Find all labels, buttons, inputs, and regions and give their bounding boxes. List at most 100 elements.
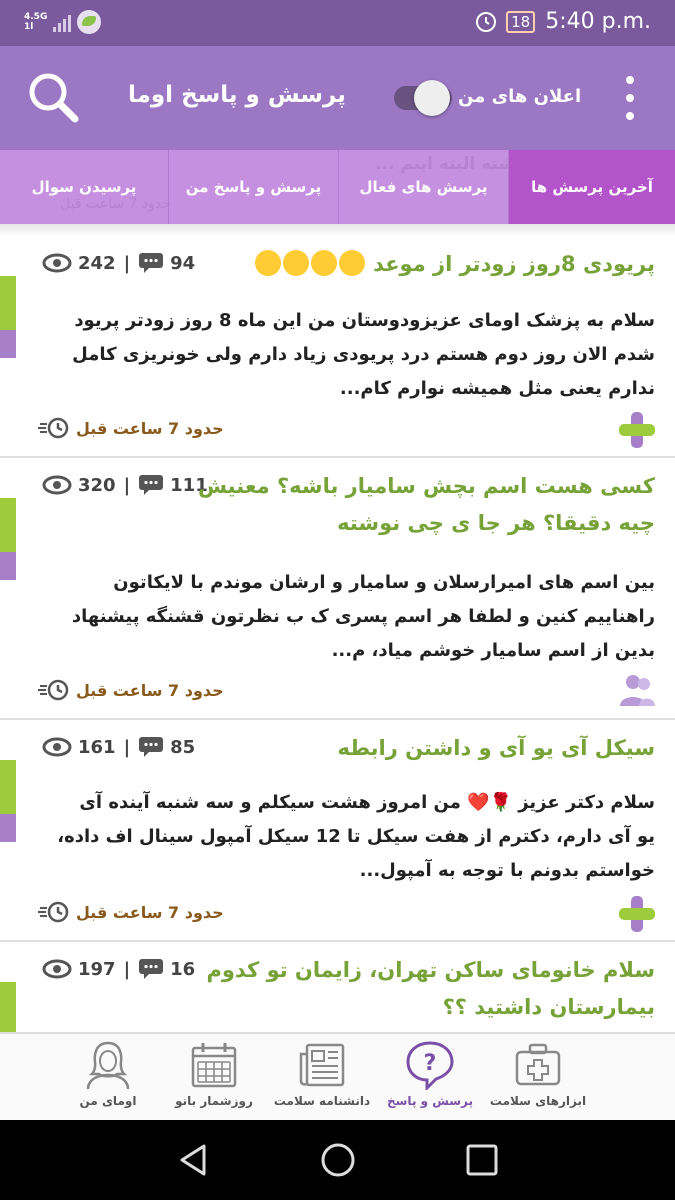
question-title[interactable]: سیکل آی یو آی و داشتن رابطه [337, 730, 655, 767]
tab-latest-questions[interactable]: آخرین پرسش ها [508, 150, 675, 224]
clock-icon [38, 679, 69, 701]
tab-label: پرسش و پاسخ من [185, 178, 322, 196]
bandage-emoji-icon [282, 250, 309, 276]
question-title-line: بیمارستان داشتید ؟؟ [442, 995, 655, 1019]
stats-separator: | [123, 736, 131, 758]
views-icon [42, 253, 72, 273]
nav-my-profile[interactable]: اومای من [48, 1040, 168, 1120]
page-title: پرسش و پاسخ اوما [128, 82, 346, 108]
question-feed[interactable]: 242 | 94 پریودی 8روز زودتر از موعد سلام … [0, 236, 675, 1032]
question-card[interactable]: 161 | 85 سیکل آی یو آی و داشتن رابطه سلا… [0, 720, 675, 942]
side-accent-green [0, 982, 16, 1032]
thinking-emoji-icon [310, 250, 337, 276]
question-body: سلام دکتر عزیز 🌹❤️ من امروز هشت سیکلم و … [40, 786, 655, 888]
time-text: حدود 7 ساعت قبل [76, 680, 224, 700]
question-bubble-icon: ? [406, 1041, 454, 1090]
tab-label: پرسیدن سوال [31, 178, 137, 196]
stats-separator: | [123, 252, 131, 274]
recents-icon[interactable] [462, 1140, 502, 1180]
nav-label: دانشنامه سلامت [273, 1094, 371, 1108]
newspaper-icon [299, 1043, 345, 1087]
battery-indicator: 18 [506, 10, 536, 33]
views-count: 320 [78, 474, 116, 496]
time-text: حدود 7 ساعت قبل [76, 418, 224, 438]
alarm-icon [476, 11, 497, 32]
clock-icon [38, 417, 69, 439]
tab-active-questions[interactable]: پرسش های فعال [338, 150, 508, 224]
question-time: حدود 7 ساعت قبل [38, 416, 224, 440]
back-icon[interactable] [174, 1140, 214, 1180]
question-stats: 242 | 94 [42, 252, 195, 274]
question-body: سلام به پزشک اومای عزیزودوستان من این ما… [72, 310, 655, 399]
bottom-navigation: ابزارهای سلامت ? پرسش و پاسخ دانشنامه سل… [0, 1032, 675, 1120]
smirk-emoji-icon [338, 250, 365, 276]
signal-label: 1l [24, 22, 34, 32]
users-icon [620, 675, 655, 706]
views-count: 197 [78, 958, 116, 980]
comments-icon [139, 737, 164, 757]
woman-avatar-icon [86, 1041, 130, 1090]
svg-text:?: ? [424, 1051, 437, 1076]
side-accent-green [0, 276, 16, 330]
health-kit-icon [515, 1043, 561, 1086]
network-indicator: 4.5G 1l [24, 12, 47, 32]
views-icon [42, 959, 72, 979]
question-time: حدود 7 ساعت قبل [38, 900, 224, 924]
question-stats: 320 | 111 [42, 474, 208, 496]
search-button[interactable] [26, 70, 82, 126]
tab-label: آخرین پرسش ها [531, 178, 653, 196]
toggle-knob [414, 80, 450, 116]
nav-health-tools[interactable]: ابزارهای سلامت [478, 1040, 598, 1120]
signal-bars-icon [53, 12, 72, 32]
side-accent-green [0, 498, 16, 552]
nav-label: اومای من [79, 1094, 137, 1108]
notifications-toggle[interactable] [394, 80, 456, 116]
status-bar: 4.5G 1l 18 5:40 p.m. [0, 0, 675, 46]
question-title-line: کسی هست اسم بچش سامیار باشه؟ معنیش [198, 474, 655, 498]
side-accent-purple [0, 330, 16, 358]
overflow-menu-button[interactable] [616, 74, 644, 122]
question-title[interactable]: پریودی 8روز زودتر از موعد [254, 246, 655, 283]
tab-bar: حالا مدفوع نداشته البته اینم ... حدود 7 … [0, 150, 675, 224]
question-title[interactable]: سلام خانومای ساکن تهران، زایمان تو کدوم … [206, 952, 655, 1026]
network-type: 4.5G [24, 12, 48, 22]
tab-my-questions[interactable]: پرسش و پاسخ من [168, 150, 338, 224]
views-count: 161 [78, 736, 116, 758]
app-bar: پرسش و پاسخ اوما اعلان های من [0, 46, 675, 150]
home-icon[interactable] [318, 1140, 358, 1180]
comments-count: 85 [170, 736, 196, 758]
views-icon [42, 737, 72, 757]
views-icon [42, 475, 72, 495]
status-right: 18 5:40 p.m. [476, 9, 651, 34]
question-body: بین اسم های امیرارسلان و سامیار و ارشان … [71, 572, 655, 661]
side-accent-purple [0, 814, 16, 842]
system-navigation-bar [0, 1120, 675, 1200]
nav-questions[interactable]: ? پرسش و پاسخ [370, 1040, 490, 1120]
question-card[interactable]: 197 | 16 سلام خانومای ساکن تهران، زایمان… [0, 942, 675, 1032]
stats-separator: | [123, 474, 131, 496]
calendar-icon [191, 1043, 237, 1088]
notifications-label: اعلان های من [458, 86, 582, 107]
plus-icon [619, 896, 655, 932]
question-body-rest: یو آی دارم، دکترم از هفت سیکل تا 12 سیکل… [57, 826, 655, 881]
question-title-line: چیه دقیقا؟ هر جا ی چی نوشته [337, 511, 655, 535]
nav-label: ابزارهای سلامت [489, 1094, 587, 1108]
question-card[interactable]: 242 | 94 پریودی 8روز زودتر از موعد سلام … [0, 236, 675, 458]
nav-calendar[interactable]: روزشمار بانو [154, 1040, 274, 1120]
tab-ask-question[interactable]: پرسیدن سوال [0, 150, 168, 224]
nav-label: پرسش و پاسخ [386, 1094, 473, 1108]
app-notification-icon [77, 10, 102, 34]
plus-icon [619, 412, 655, 448]
nav-encyclopedia[interactable]: دانشنامه سلامت [262, 1040, 382, 1120]
time-text: حدود 7 ساعت قبل [76, 902, 224, 922]
question-card[interactable]: 320 | 111 کسی هست اسم بچش سامیار باشه؟ م… [0, 458, 675, 720]
side-accent-green [0, 760, 16, 814]
question-body-line: سلام دکتر عزیز 🌹❤️ من امروز هشت سیکلم و … [79, 792, 655, 813]
neutral-emoji-icon [254, 250, 281, 276]
question-title[interactable]: کسی هست اسم بچش سامیار باشه؟ معنیش چیه د… [198, 468, 655, 542]
menu-dot-icon [626, 76, 634, 84]
menu-dot-icon [626, 94, 634, 102]
clock-icon [38, 901, 69, 923]
comments-icon [139, 253, 164, 273]
question-stats: 197 | 16 [42, 958, 195, 980]
